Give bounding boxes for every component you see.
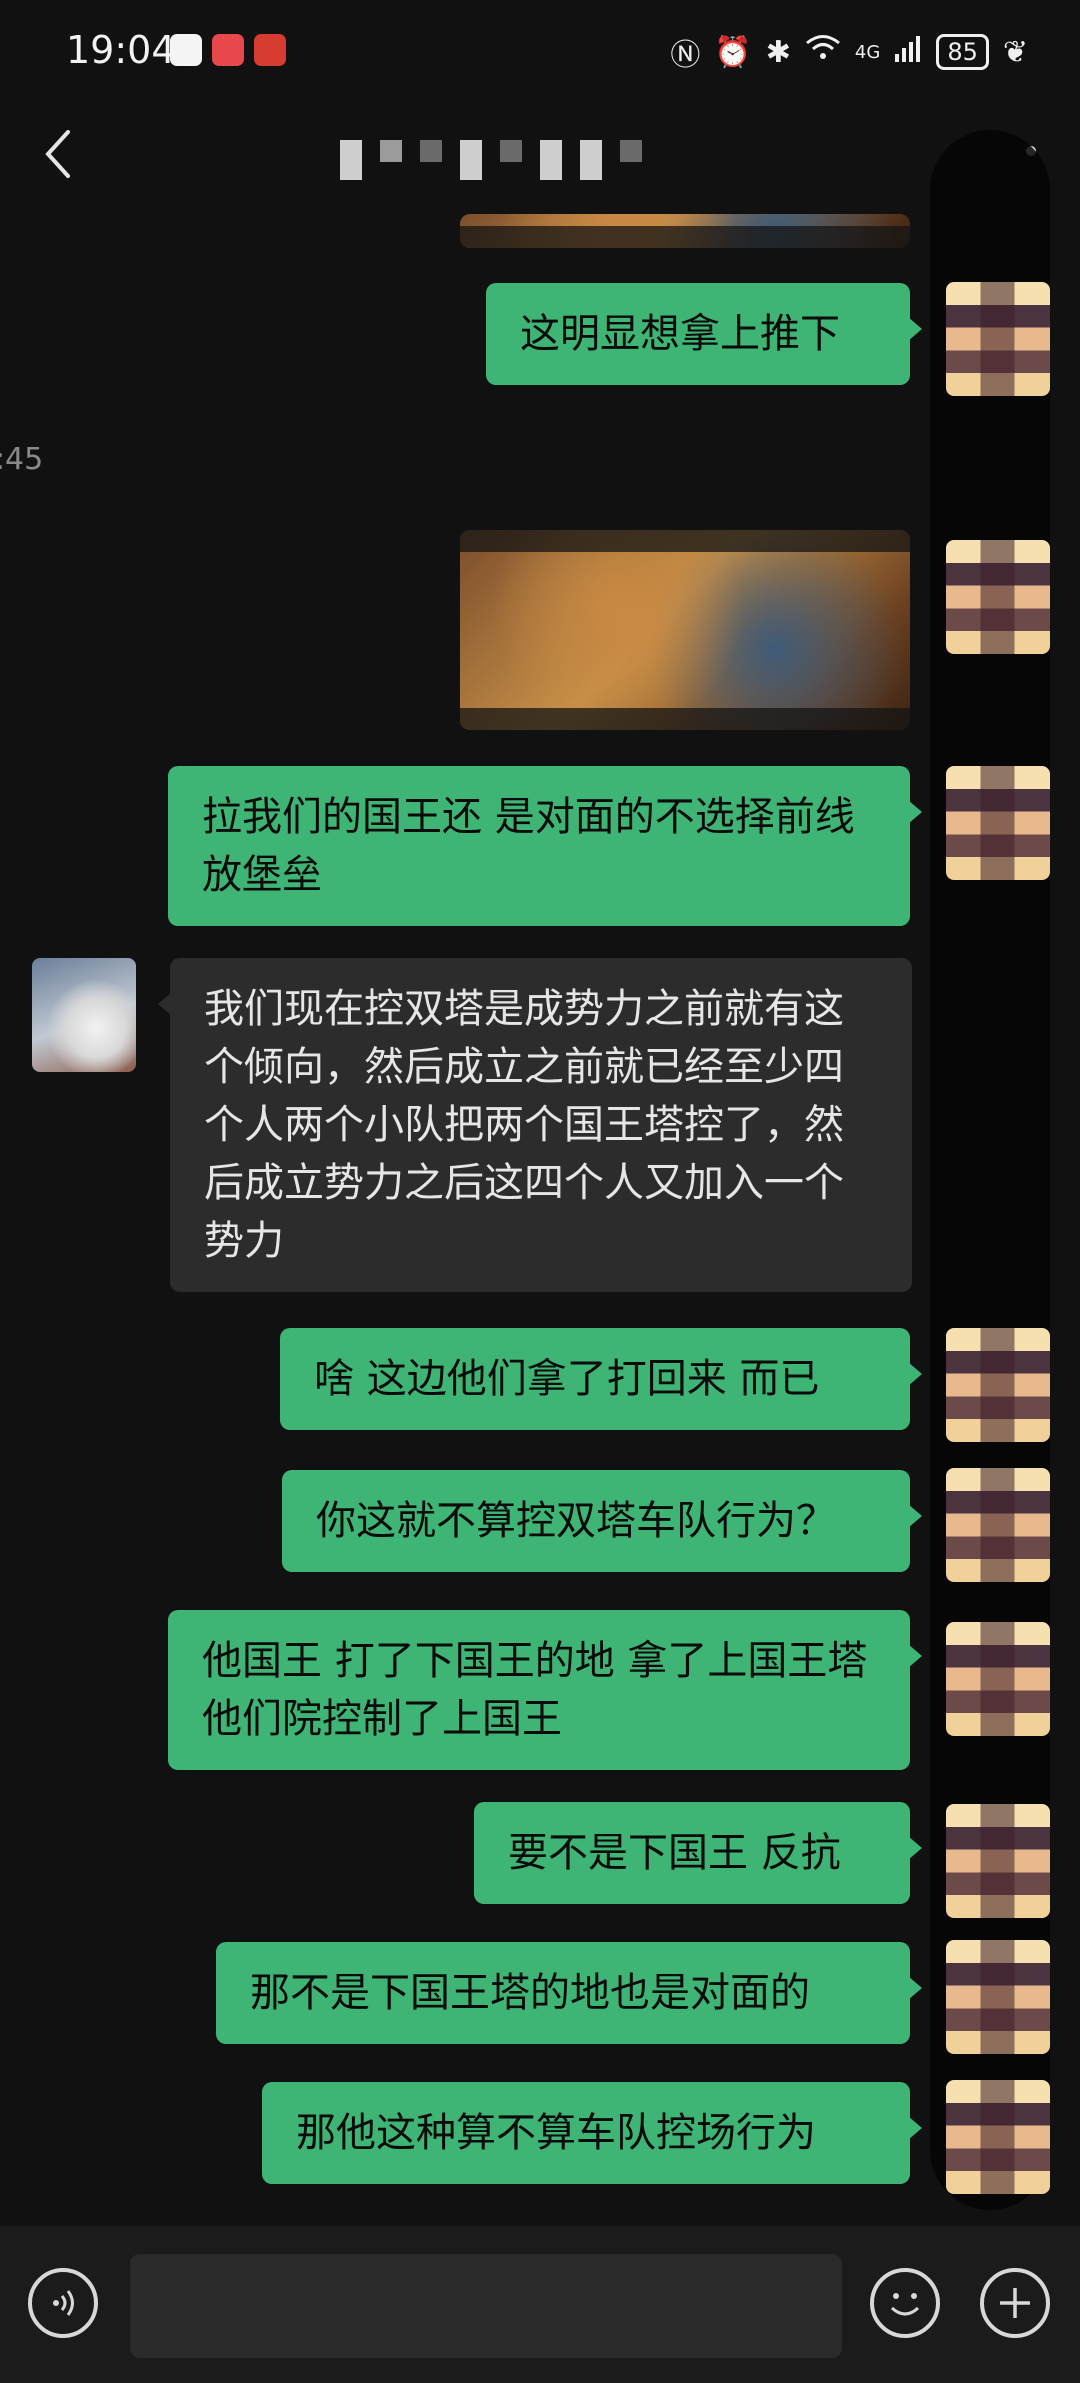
message-bubble-outgoing[interactable]: 他国王 打了下国王的地 拿了上国王塔 他们院控制了上国王: [168, 1610, 922, 1770]
message-bubble-outgoing[interactable]: 要不是下国王 反抗: [474, 1802, 922, 1904]
my-avatar[interactable]: [946, 1468, 1050, 1582]
status-icons: Ⓝ ⏰ ✱ 4G 85 ❦: [670, 30, 1028, 74]
image-message[interactable]: [460, 214, 910, 248]
signal-icon: [894, 34, 922, 70]
message-bubble-outgoing[interactable]: 拉我们的国王还 是对面的不选择前线放堡垒: [168, 766, 922, 926]
bluetooth-icon: ✱: [765, 34, 791, 70]
nfc-icon: Ⓝ: [670, 38, 701, 73]
my-avatar[interactable]: [946, 2080, 1050, 2194]
message-bubble-incoming[interactable]: 我们现在控双塔是成势力之前就有这个倾向，然后成立之前就已经至少四个人两个小队把两…: [158, 958, 912, 1292]
message-app-icon: [254, 34, 286, 66]
my-avatar[interactable]: [946, 1328, 1050, 1442]
emoji-icon[interactable]: [870, 2268, 940, 2338]
contact-name-pixelated[interactable]: [340, 132, 642, 180]
my-avatar[interactable]: [946, 1804, 1050, 1918]
voice-icon[interactable]: [28, 2268, 98, 2338]
message-input[interactable]: [130, 2254, 842, 2358]
message-bubble-outgoing[interactable]: 啥 这边他们拿了打回来 而已: [280, 1328, 922, 1430]
battery-icon: 85: [936, 34, 989, 70]
my-avatar[interactable]: [946, 1940, 1050, 2054]
leaf-icon: ❦: [1002, 34, 1028, 70]
message-bubble-outgoing[interactable]: 这明显想拿上推下: [486, 283, 922, 385]
chat-header: [0, 104, 1080, 204]
status-bar: 19:04 Ⓝ ⏰ ✱ 4G 85 ❦: [0, 0, 1080, 104]
timestamp: 18:45: [0, 442, 44, 477]
wifi-icon: [805, 34, 841, 70]
contact-avatar[interactable]: [32, 958, 136, 1072]
reader-app-icon: [212, 34, 244, 66]
message-bubble-outgoing[interactable]: 那不是下国王塔的地也是对面的: [216, 1942, 922, 2044]
back-icon[interactable]: [36, 126, 84, 182]
input-bar: [0, 2226, 1080, 2383]
my-avatar[interactable]: [946, 1622, 1050, 1736]
message-bubble-outgoing[interactable]: 那他这种算不算车队控场行为: [262, 2082, 922, 2184]
my-avatar[interactable]: [946, 540, 1050, 654]
alarm-icon: ⏰: [714, 34, 752, 70]
my-avatar[interactable]: [946, 766, 1050, 880]
status-time: 19:04: [66, 28, 176, 72]
plus-icon[interactable]: [980, 2268, 1050, 2338]
my-avatar[interactable]: [946, 282, 1050, 396]
message-bubble-outgoing[interactable]: 你这就不算控双塔车队行为？: [282, 1470, 922, 1572]
qq-icon: [170, 34, 202, 66]
network-type: 4G: [854, 41, 881, 63]
image-message[interactable]: [460, 530, 910, 730]
